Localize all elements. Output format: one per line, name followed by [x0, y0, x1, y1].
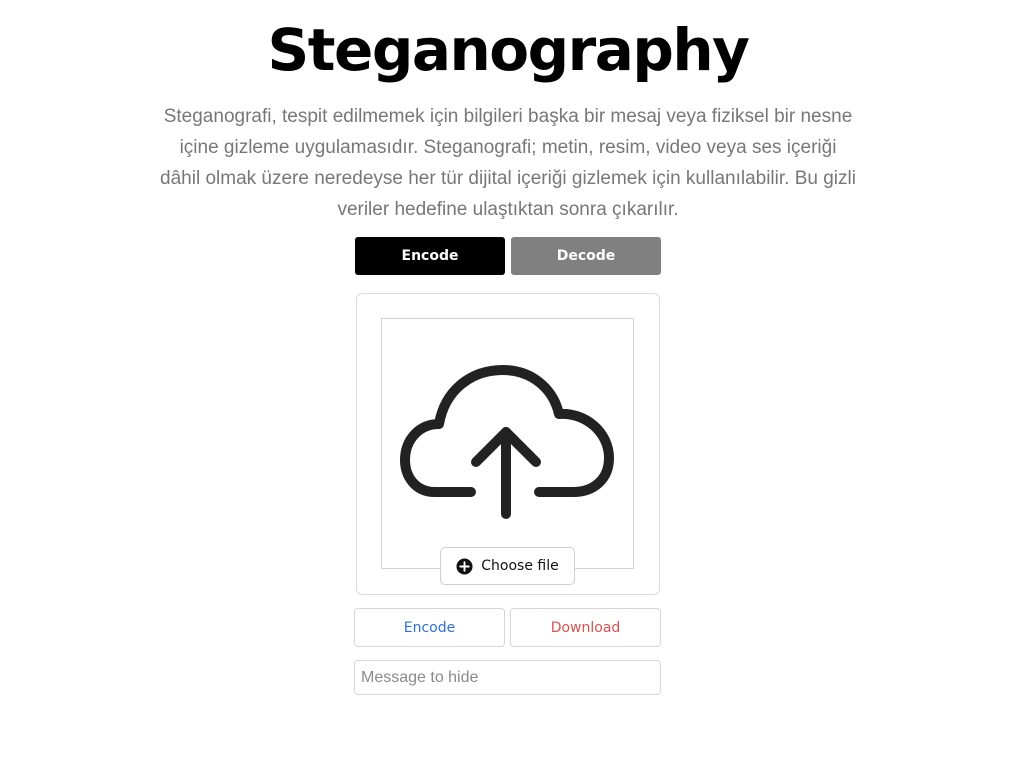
tab-encode[interactable]: Encode: [355, 237, 505, 275]
tab-decode[interactable]: Decode: [511, 237, 661, 275]
encode-button[interactable]: Encode: [354, 608, 505, 647]
cloud-upload-icon: [400, 365, 614, 519]
message-input[interactable]: [354, 660, 661, 695]
page-description: Steganografi, tespit edilmemek için bilg…: [160, 106, 856, 220]
choose-file-label: Choose file: [481, 558, 559, 574]
download-button[interactable]: Download: [510, 608, 661, 647]
mode-tabs: Encode Decode: [355, 237, 661, 275]
choose-file-button[interactable]: Choose file: [440, 547, 575, 585]
page-title: Steganography: [267, 16, 750, 84]
plus-circle-icon: [456, 557, 473, 575]
